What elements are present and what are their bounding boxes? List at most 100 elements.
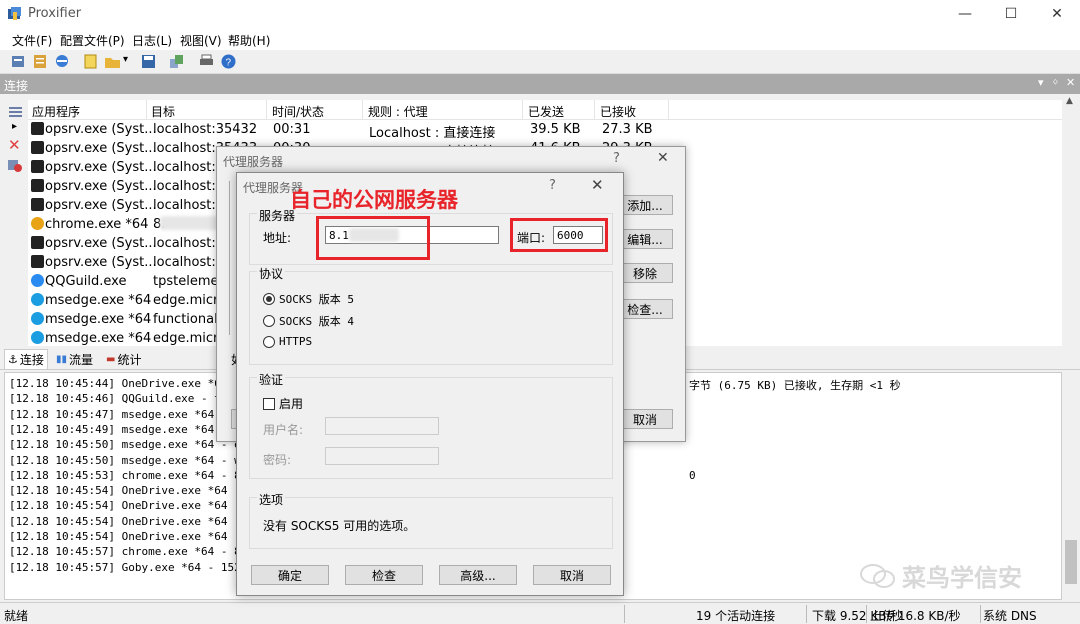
auth-enable-box[interactable] <box>263 397 275 410</box>
menu-view[interactable]: 视图(V) <box>180 32 222 49</box>
cancel-button[interactable]: 取消 <box>533 565 611 585</box>
new-profile-icon[interactable] <box>82 53 99 70</box>
table-header: 应用程序 目标 时间/状态 规则 : 代理 已发送 已接收 <box>28 100 1062 120</box>
menu-file[interactable]: 文件(F) <box>12 32 52 49</box>
chrome-icon <box>31 217 44 230</box>
ok-button[interactable]: 确定 <box>251 565 329 585</box>
save-icon[interactable] <box>140 53 157 70</box>
cell-application: opsrv.exe (Syst... <box>45 255 157 270</box>
open-profile-icon[interactable] <box>104 53 121 70</box>
connections-panel-title: 连接 <box>4 79 29 93</box>
menu-profile[interactable]: 配置文件(P) <box>60 32 125 49</box>
username-label: 用户名: <box>263 423 304 437</box>
close-button[interactable]: ✕ <box>1034 0 1080 28</box>
panel-pin-icon[interactable]: ᛜ <box>1052 76 1059 89</box>
log-scrollbar-thumb[interactable] <box>1065 540 1077 584</box>
table-row[interactable]: opsrv.exe (Syst... localhost:35432 00:31 Lo… <box>28 120 1062 141</box>
log-line: [12.18 10:45:44] OneDrive.exe *64 <box>9 377 228 390</box>
options-group-label: 选项 <box>257 491 286 508</box>
cell-application: opsrv.exe (Syst... <box>45 122 157 137</box>
tab-traffic[interactable]: ▮▮ 流量 <box>56 349 93 369</box>
statistics-tab-icon: ▬ <box>106 353 116 365</box>
advanced-icon[interactable] <box>168 53 185 70</box>
connections-scrollbar[interactable]: ▲ <box>1062 94 1080 346</box>
opsrv-icon <box>31 179 44 192</box>
cell-application: opsrv.exe (Syst... <box>45 179 157 194</box>
annotation-box-port <box>510 218 608 252</box>
tab-statistics-label: 统计 <box>117 352 142 367</box>
column-header-application[interactable]: 应用程序 <box>32 103 80 120</box>
profile-icon[interactable] <box>10 53 27 70</box>
help-icon[interactable]: ? <box>220 53 237 70</box>
auth-enable-checkbox[interactable]: 启用 <box>263 395 303 412</box>
radio-https[interactable]: HTTPS <box>263 335 312 348</box>
radio-socks5-indicator[interactable] <box>263 293 275 305</box>
radio-socks4-indicator[interactable] <box>263 315 275 327</box>
menu-help[interactable]: 帮助(H) <box>228 32 270 49</box>
minimize-button[interactable]: — <box>942 0 988 28</box>
log-scrollbar[interactable] <box>1062 372 1080 600</box>
log-line: [12.18 10:45:54] OneDrive.exe *64 - <box>9 530 241 543</box>
back-dialog-help-button[interactable]: ? <box>613 151 620 166</box>
cell-application: msedge.exe *64 <box>45 331 152 346</box>
radio-https-indicator[interactable] <box>263 335 275 348</box>
tab-connections[interactable]: ⚓ 连接 <box>4 349 48 369</box>
log-line: [12.18 10:45:57] Goby.exe *64 - 152. <box>9 560 248 574</box>
edge-icon <box>31 312 44 325</box>
tab-statistics[interactable]: ▬ 统计 <box>106 349 141 369</box>
log-line: [12.18 10:45:46] QQGuild.exe - tp <box>9 392 228 406</box>
expand-arrow-icon[interactable]: ▸ <box>12 121 17 132</box>
edit-proxy-button[interactable]: 编辑... <box>617 229 673 249</box>
log-line-tail: 字节 (6.75 KB) 已接收, 生存期 <1 秒 <box>689 379 901 392</box>
column-header-rule[interactable]: 规则 : 代理 <box>368 103 428 120</box>
check-proxy-button[interactable]: 检查... <box>617 299 673 319</box>
panel-menu-icon[interactable]: ▾ <box>1038 76 1044 89</box>
back-dialog-close-button[interactable]: ✕ <box>657 150 669 166</box>
password-input[interactable] <box>325 447 439 465</box>
advanced-button[interactable]: 高级... <box>439 565 517 585</box>
radio-socks4[interactable]: SOCKS 版本 4 <box>263 313 354 329</box>
password-label: 密码: <box>263 453 292 467</box>
kill-connection-icon[interactable] <box>8 158 22 172</box>
menu-log[interactable]: 日志(L) <box>132 32 172 49</box>
list-view-icon[interactable] <box>9 106 22 118</box>
dropdown-arrow-icon[interactable]: ▾ <box>123 54 128 65</box>
annotation-text: 自己的公网服务器 <box>290 188 458 212</box>
column-header-time[interactable]: 时间/状态 <box>272 103 324 120</box>
log-line: [12.18 10:45:53] chrome.exe *64 - 8. <box>9 468 248 482</box>
edge-icon <box>31 331 44 344</box>
address-label: 地址: <box>263 231 292 245</box>
panel-close-icon[interactable]: ✕ <box>1066 76 1075 89</box>
column-header-received[interactable]: 已接收 <box>600 103 636 120</box>
check-button[interactable]: 检查 <box>345 565 423 585</box>
dialog-help-button[interactable]: ? <box>549 178 556 193</box>
column-header-target[interactable]: 目标 <box>151 103 175 120</box>
radio-socks5[interactable]: SOCKS 版本 5 <box>263 291 354 307</box>
traffic-tab-icon: ▮▮ <box>56 353 68 365</box>
cell-application: chrome.exe *64 <box>45 217 149 232</box>
title-bar: Proxifier — ☐ ✕ <box>0 0 1080 28</box>
radio-socks5-label: SOCKS 版本 5 <box>279 293 354 306</box>
connections-tab-icon: ⚓ <box>8 353 18 366</box>
maximize-button[interactable]: ☐ <box>988 0 1034 28</box>
close-connection-icon[interactable]: ✕ <box>8 136 21 154</box>
toolbar: ▾ ? <box>0 50 1080 74</box>
username-input[interactable] <box>325 417 439 435</box>
status-ready: 就绪 <box>4 609 29 623</box>
log-line: [12.18 10:45:47] msedge.exe *64 - <box>9 407 228 421</box>
rules-icon[interactable] <box>32 53 49 70</box>
add-proxy-button[interactable]: 添加... <box>617 195 673 215</box>
name-resolution-icon[interactable] <box>54 53 71 70</box>
connections-side-toolbar: ▸ ✕ <box>0 94 28 346</box>
status-bar: 就绪 19 个活动连接 下载 9.52 KB/秒 上传 16.8 KB/秒 系统… <box>0 602 1080 624</box>
print-icon[interactable] <box>198 53 215 70</box>
column-header-sent[interactable]: 已发送 <box>528 103 564 120</box>
back-cancel-button[interactable]: 取消 <box>617 409 673 429</box>
qqguild-icon <box>31 274 44 287</box>
cell-time: 00:31 <box>273 122 311 137</box>
watermark: 菜鸟学信安 <box>860 558 1022 593</box>
remove-proxy-button[interactable]: 移除 <box>617 263 673 283</box>
cell-application: opsrv.exe (Syst... <box>45 236 157 251</box>
dialog-close-button[interactable]: ✕ <box>591 176 604 194</box>
opsrv-icon <box>31 122 44 135</box>
